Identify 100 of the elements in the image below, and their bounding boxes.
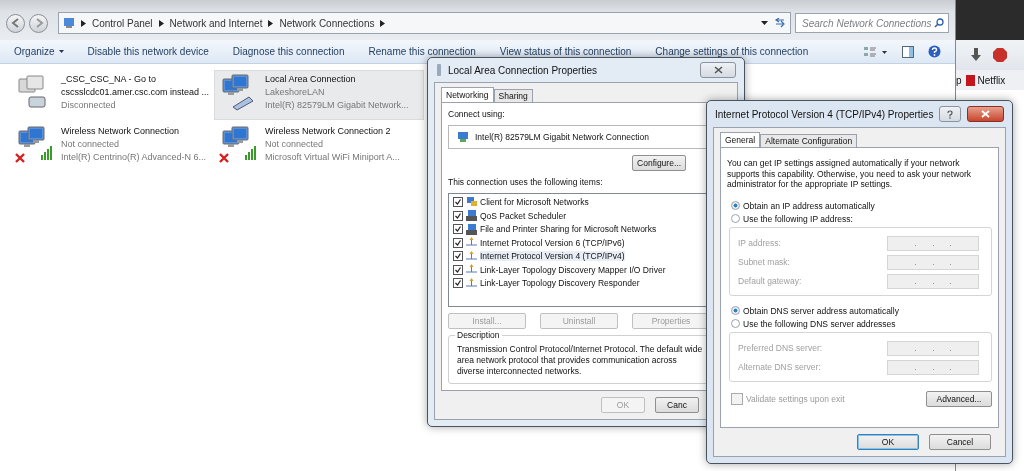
organize-menu[interactable]: Organize	[14, 43, 64, 60]
field-label: Subnet mask:	[738, 257, 790, 267]
tab[interactable]: General	[720, 132, 761, 147]
group-label: Description	[455, 330, 502, 340]
stop-sign-icon[interactable]	[992, 47, 1008, 63]
browser-title-bar	[956, 0, 1024, 40]
toolbar-button[interactable]: Disable this network device	[87, 43, 209, 60]
checkbox[interactable]	[453, 210, 463, 221]
toolbar-button[interactable]: Diagnose this connection	[232, 43, 345, 60]
connection-item[interactable]: Local Area Connection LakeshoreLAN Intel(R) 82579LM Gigabit Network...	[214, 70, 424, 120]
connection-status: Disconnected	[61, 99, 117, 112]
connection-name: Wireless Network Connection 2	[265, 125, 392, 138]
connection-status: Not connected	[265, 138, 325, 151]
connection-name: Wireless Network Connection	[61, 125, 181, 138]
toolbar-button[interactable]: Rename this connection	[368, 43, 476, 60]
bookmark-link[interactable]: p	[956, 74, 962, 86]
search-icon	[934, 18, 944, 28]
dialog-button[interactable]: Canc	[655, 397, 699, 413]
connection-name: Local Area Connection	[265, 73, 357, 86]
preview-pane-icon[interactable]	[902, 45, 914, 58]
toolbar-button[interactable]: Change settings of this connection	[655, 43, 809, 60]
tab[interactable]: Alternate Configuration	[760, 134, 858, 147]
close-button[interactable]	[700, 62, 736, 78]
list-item[interactable]: Internet Protocol Version 4 (TCP/IPv4)	[480, 251, 625, 262]
close-button[interactable]	[967, 106, 1004, 122]
dialog-button[interactable]: OK	[857, 434, 919, 450]
field-label: Default gateway:	[738, 276, 802, 286]
dropdown-icon[interactable]	[761, 21, 768, 25]
radio-button[interactable]	[731, 319, 740, 328]
chevron-icon	[268, 19, 274, 27]
address-bar[interactable]: Control Panel Network and Internet Network Connections	[58, 12, 791, 34]
back-button[interactable]	[6, 13, 25, 33]
list-item[interactable]: Link-Layer Topology Discovery Mapper I/O Driver	[480, 264, 666, 275]
protocol-icon	[466, 277, 477, 289]
field-label: Preferred DNS server:	[738, 343, 823, 353]
dialog-title: Local Area Connection Properties	[448, 64, 597, 76]
checkbox[interactable]	[453, 224, 463, 235]
caret-icon	[58, 50, 64, 53]
close-icon	[713, 66, 723, 74]
service-icon	[466, 223, 477, 235]
control-panel-icon	[63, 17, 75, 29]
connection-name: _CSC_CSC_NA - Go to cscsslcdc01.amer.csc.com instead ...	[61, 73, 210, 99]
radio-button[interactable]	[731, 214, 740, 223]
checkbox-label: Validate settings upon exit	[746, 393, 845, 404]
checkbox[interactable]	[453, 251, 463, 262]
close-icon	[981, 110, 991, 118]
protocol-icon	[466, 237, 477, 249]
items-label: This connection uses the following items:	[448, 177, 604, 187]
dialog-button[interactable]: Cancel	[929, 434, 991, 450]
adapter-name: Microsoft Virtual WiFi Miniport A...	[265, 151, 400, 164]
radio-button[interactable]	[731, 306, 740, 315]
download-icon[interactable]	[970, 48, 982, 62]
list-item[interactable]: Internet Protocol Version 6 (TCP/IPv6)	[480, 237, 625, 248]
description-text: Transmission Control Protocol/Internet Protocol. The default wide area network protocol that provides communication across diverse interconnected networks.	[457, 344, 704, 377]
intro-text: You can get IP settings assigned automatically if your network supports this capability. Otherwise, you need to ask your network administrator for the appropriate IP settings.	[727, 158, 973, 190]
protocol-icon	[466, 264, 477, 276]
adapter-name: Intel(R) 82579LM Gigabit Network...	[265, 99, 409, 112]
connection-item[interactable]: Wireless Network Connection 2 Not connected Microsoft Virtual WiFi Miniport A...	[214, 122, 424, 172]
connection-status: LakeshoreLAN	[265, 86, 326, 99]
client-icon	[466, 196, 477, 208]
forward-button[interactable]	[29, 13, 48, 33]
radio-button[interactable]	[731, 201, 740, 210]
bookmark-link[interactable]: Netflix	[965, 74, 1006, 86]
refresh-icon[interactable]	[774, 18, 786, 28]
tab[interactable]: Networking	[441, 87, 494, 102]
chevron-icon	[380, 19, 386, 27]
search-field[interactable]: Search Network Connections	[795, 13, 949, 33]
list-item[interactable]: Client for Microsoft Networks	[480, 197, 589, 208]
list-item[interactable]: File and Printer Sharing for Microsoft Networks	[480, 224, 657, 235]
radio-label: Obtain an IP address automatically	[743, 200, 875, 211]
advanced-button[interactable]: Advanced...	[926, 390, 992, 407]
breadcrumb-item[interactable]: Network Connections	[279, 17, 375, 29]
checkbox[interactable]	[453, 197, 463, 208]
field-label: Alternate DNS server:	[738, 362, 821, 372]
protocol-icon	[466, 250, 477, 262]
field-label: IP address:	[738, 238, 781, 248]
configure-button[interactable]: Configure...	[632, 155, 686, 171]
connection-status: Not connected	[61, 138, 121, 151]
chevron-icon	[158, 19, 164, 27]
tab[interactable]: Sharing	[493, 89, 533, 102]
help-button[interactable]	[939, 106, 962, 122]
list-item[interactable]: QoS Packet Scheduler	[480, 210, 566, 221]
connection-item[interactable]: _CSC_CSC_NA - Go to cscsslcdc01.amer.csc.com instead ... Disconnected	[10, 70, 214, 120]
help-icon[interactable]	[928, 45, 941, 58]
radio-label: Obtain DNS server address automatically	[743, 305, 899, 316]
bookmark-icon	[965, 74, 975, 86]
service-icon	[466, 210, 477, 222]
breadcrumb-item[interactable]: Network and Internet	[169, 17, 263, 29]
adapter-name: Intel(R) Centrino(R) Advanced-N 6...	[61, 151, 207, 164]
checkbox[interactable]	[453, 278, 463, 289]
connection-item[interactable]: Wireless Network Connection Not connected Intel(R) Centrino(R) Advanced-N 6...	[10, 122, 214, 172]
toolbar-button[interactable]: View status of this connection	[499, 43, 632, 60]
checkbox[interactable]	[453, 264, 463, 275]
list-item[interactable]: Link-Layer Topology Discovery Responder	[480, 278, 640, 289]
help-icon	[947, 109, 954, 119]
checkbox[interactable]	[453, 237, 463, 248]
view-options-icon[interactable]	[864, 45, 888, 58]
radio-label: Use the following DNS server addresses	[743, 318, 896, 329]
breadcrumb-item[interactable]: Control Panel	[92, 17, 153, 29]
chevron-icon	[81, 19, 86, 27]
